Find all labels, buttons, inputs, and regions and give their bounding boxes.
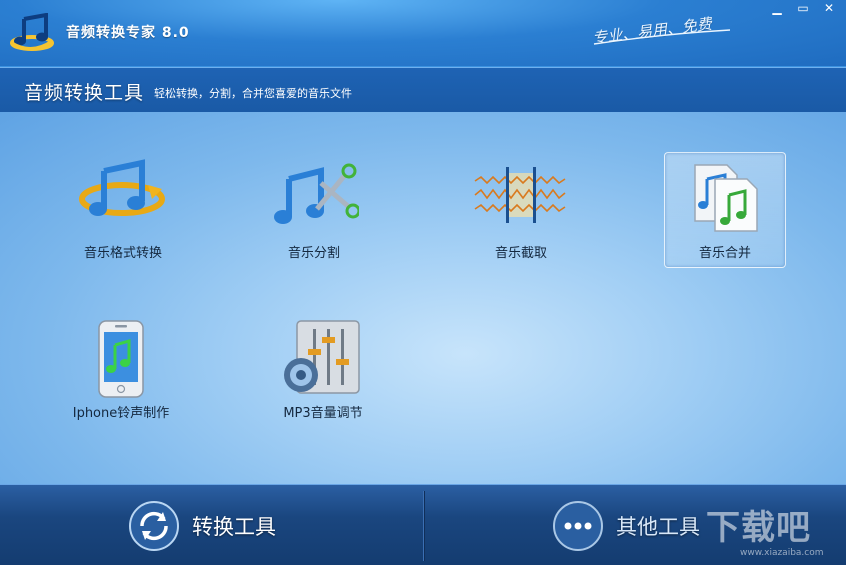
title-bar: 音频转换专家 8.0 专业、易用、免费 ▁ ▭ ✕ <box>0 0 846 66</box>
iphone-ringtone-icon <box>98 320 144 398</box>
app-logo-icon <box>10 13 54 51</box>
music-convert-icon <box>79 159 165 216</box>
other-tools-label: 其他工具 <box>616 515 700 539</box>
window-controls: ▁ ▭ ✕ <box>766 0 840 16</box>
music-split-icon <box>274 163 359 224</box>
tool-mp3-volume[interactable]: MP3音量调节 <box>262 312 384 428</box>
bottom-divider <box>423 491 424 561</box>
tools-panel: 音乐格式转换 音乐分割 音乐截取 音乐合并 Iphone铃声制作 MP3音量调节 <box>0 112 846 484</box>
section-subtitle: 轻松转换，分割，合并您喜爱的音乐文件 <box>154 87 352 100</box>
mp3-volume-icon <box>284 320 360 394</box>
tool-label: 音乐合并 <box>698 246 751 261</box>
section-header: 音频转换工具 轻松转换，分割，合并您喜爱的音乐文件 <box>0 67 846 113</box>
tool-label: 音乐分割 <box>287 246 340 261</box>
close-button[interactable]: ✕ <box>818 0 840 16</box>
tool-label: 音乐截取 <box>494 246 547 261</box>
section-title: 音频转换工具 <box>24 82 145 104</box>
tool-music-convert[interactable]: 音乐格式转换 <box>62 152 184 268</box>
convert-tools-label: 转换工具 <box>192 515 276 539</box>
tool-music-split[interactable]: 音乐分割 <box>253 152 375 268</box>
tool-music-cut[interactable]: 音乐截取 <box>460 152 582 268</box>
app-title: 音频转换专家 8.0 <box>66 25 190 41</box>
minimize-button[interactable]: ▁ <box>766 0 788 16</box>
music-cut-icon <box>474 167 566 223</box>
convert-tools-button[interactable]: 转换工具 <box>128 499 276 553</box>
slogan-swash-icon <box>593 29 731 45</box>
app-window: 音频转换专家 8.0 专业、易用、免费 ▁ ▭ ✕ 音频转换工具 轻松转换，分割… <box>0 0 846 565</box>
music-merge-icon <box>694 164 758 232</box>
tool-label: MP3音量调节 <box>283 406 363 421</box>
watermark-url: www.xiazaiba.com <box>740 548 824 558</box>
tool-music-merge[interactable]: 音乐合并 <box>664 152 786 268</box>
window-menu-button[interactable]: ▭ <box>792 0 814 16</box>
tool-label: Iphone铃声制作 <box>72 406 170 421</box>
refresh-arrows-icon <box>129 501 179 551</box>
other-tools-button[interactable]: 其他工具 <box>552 499 700 553</box>
more-dots-icon <box>553 501 603 551</box>
watermark-logo: 下载吧 <box>706 508 811 548</box>
tool-label: 音乐格式转换 <box>83 246 162 261</box>
tool-iphone-ringtone[interactable]: Iphone铃声制作 <box>60 312 182 428</box>
